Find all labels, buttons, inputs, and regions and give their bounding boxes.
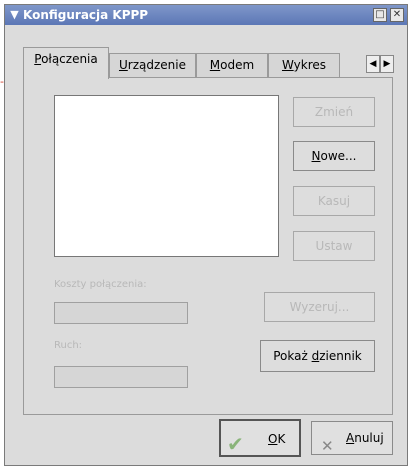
tab-urzadzenie[interactable]: Urządzenie [109,53,196,77]
pokaz-label-rest: ziennik [319,349,362,363]
wyzeruj-label: Wyzeruj... [289,300,350,314]
pokaz-label-prefix: Pokaż [273,349,312,363]
tab-label: ykres [293,58,326,72]
tab-wykres[interactable]: Wykres [268,53,340,77]
close-icon[interactable]: ✕ [390,8,404,22]
tab-mnemonic: M [209,58,221,72]
anuluj-mnemonic: A [346,431,355,445]
nowe-button[interactable]: Nowe... [293,141,375,171]
tab-label: rządzenie [127,58,186,72]
kasuj-label: Kasuj [317,194,351,208]
connections-panel: Zmień Nowe... Kasuj Ustaw Koszty połącze… [23,77,393,415]
ustaw-button[interactable]: Ustaw [293,231,375,261]
pokaz-dziennik-button[interactable]: Pokaż dziennik [260,340,375,372]
anuluj-label: Anuluj [346,422,384,454]
koszty-field [54,302,188,324]
tab-label: ołączenia [41,52,98,66]
kppp-config-window: ▼ Konfiguracja KPPP □ ✕ Połączenia Urząd… [4,4,408,466]
zmien-label: Zmień [314,105,354,119]
tab-scroll-right-icon[interactable]: ▶ [380,55,394,73]
kasuj-button[interactable]: Kasuj [293,186,375,216]
connections-list[interactable] [54,95,279,257]
ok-label: OK [268,421,285,457]
maximize-icon[interactable]: □ [373,8,387,22]
checkmark-icon: ✔ [227,432,244,456]
tab-label: odem [220,58,255,72]
zmien-button[interactable]: Zmień [293,97,375,127]
tab-modem[interactable]: Modem [196,53,268,77]
wyzeruj-button[interactable]: Wyzeruj... [264,292,375,322]
x-icon: ✕ [321,437,334,455]
window-title: Konfiguracja KPPP [23,8,149,22]
ruch-field [54,366,188,388]
window-menu-icon[interactable]: ▼ [8,8,21,21]
anuluj-label-rest: nuluj [354,431,384,445]
tab-polaczenia[interactable]: Połączenia [23,47,109,79]
ok-button[interactable]: ✔ OK [219,419,301,457]
anuluj-button[interactable]: ✕ Anuluj [311,421,393,455]
title-bar[interactable]: ▼ Konfiguracja KPPP □ ✕ [5,5,407,25]
koszty-label: Koszty połączenia: [54,279,147,290]
ok-label-rest: K [277,432,286,446]
tab-scroll-left-icon[interactable]: ◀ [366,55,380,73]
tab-mnemonic: U [118,58,128,72]
tab-bar: Połączenia Urządzenie Modem Wykres ◀ ▶ [23,47,407,79]
nowe-mnemonic: N [311,149,321,163]
ustaw-label: Ustaw [315,239,353,253]
tab-mnemonic: W [281,58,294,72]
ruch-label: Ruch: [54,340,83,351]
nowe-label: owe... [320,149,357,163]
